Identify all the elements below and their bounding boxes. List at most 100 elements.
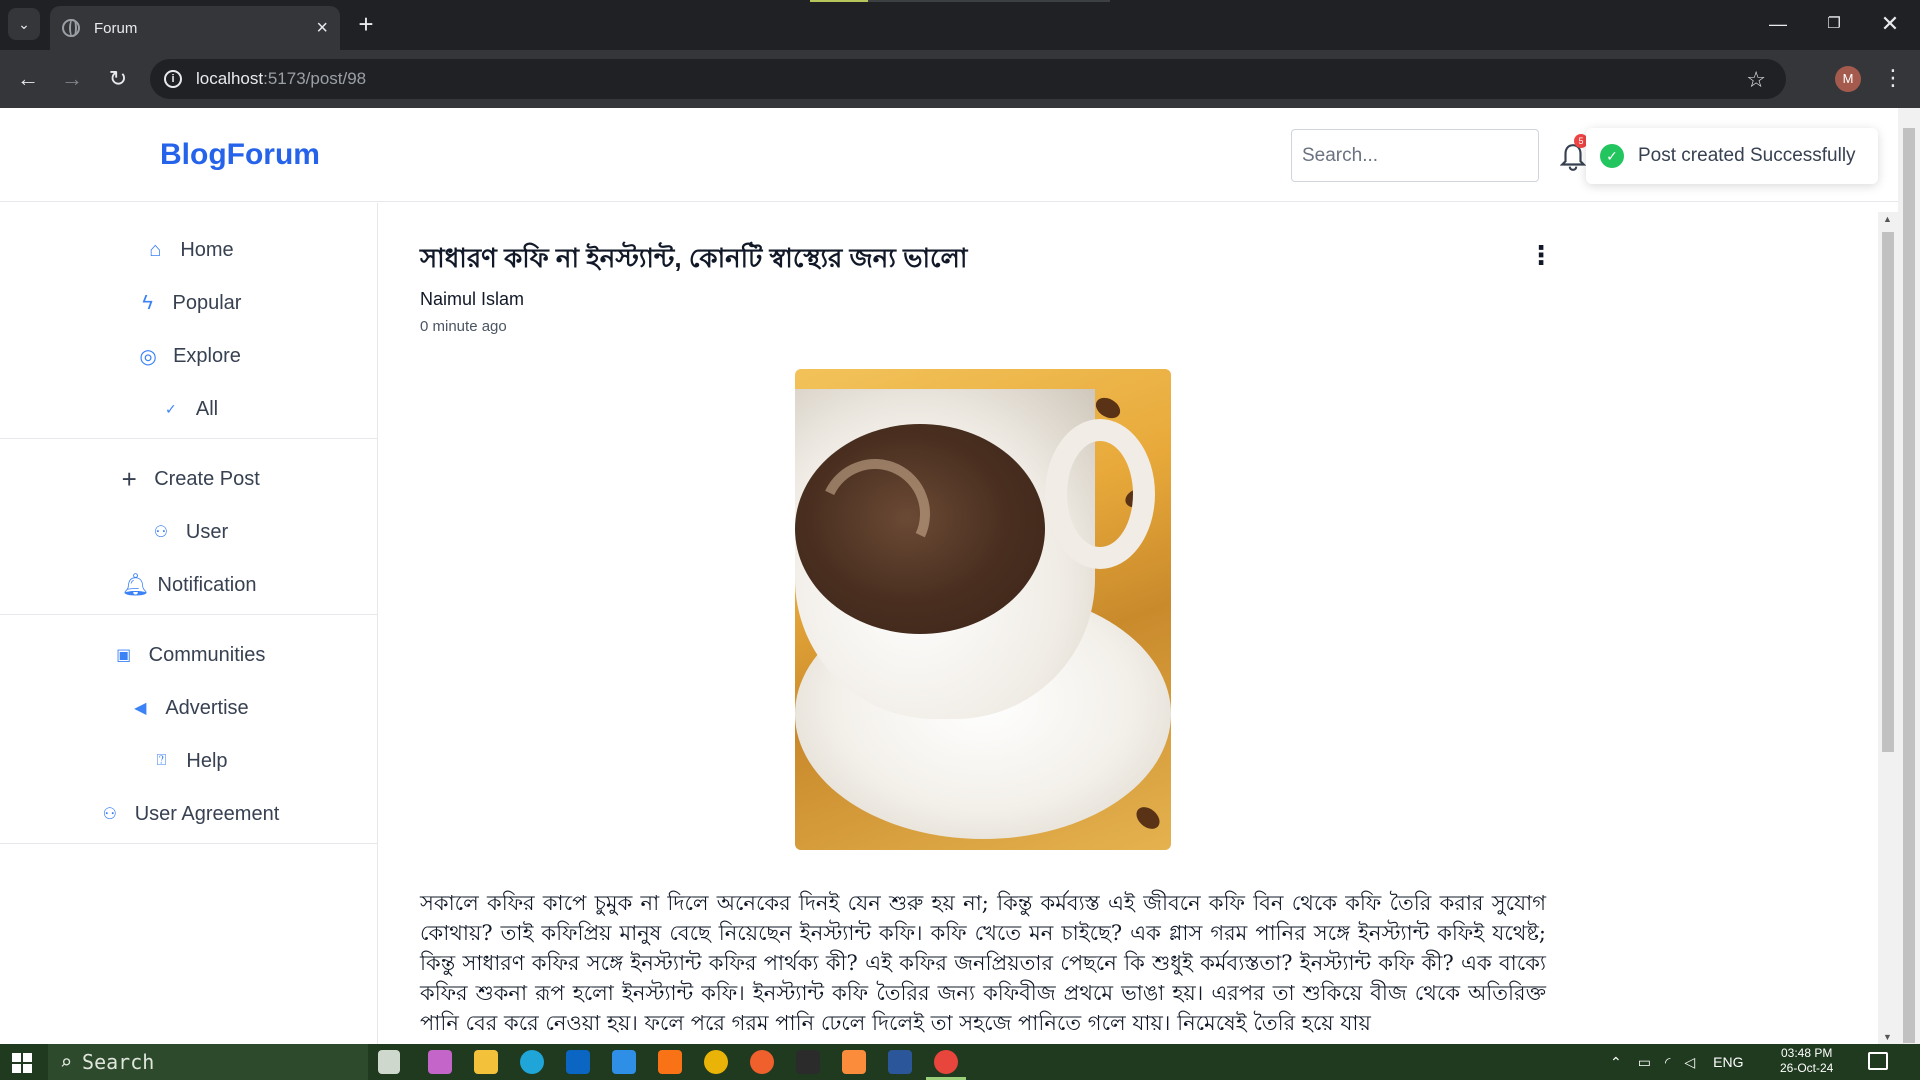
bolt-icon: ϟ — [142, 291, 153, 314]
tray-chevron-icon[interactable]: ⌃ — [1610, 1054, 1622, 1071]
postman-icon[interactable] — [750, 1050, 774, 1074]
sidebar-item-label: All — [195, 397, 219, 420]
help-icon: ⍰ — [156, 752, 167, 769]
sidebar-item-create-post[interactable]: + Create Post — [0, 459, 378, 499]
sidebar-item-label: Explore — [173, 344, 241, 367]
content-scrollbar[interactable]: ▲ ▼ — [1878, 212, 1898, 1044]
terminal-icon[interactable] — [796, 1050, 820, 1074]
taskbar-clock[interactable]: 03:48 PM 26-Oct-24 — [1780, 1046, 1833, 1076]
copilot-icon[interactable] — [428, 1050, 452, 1074]
windows-taskbar: ⌕ Search ⌃ ▭ ◜ ◁ ENG 03:48 PM 26-Oct-24 — [0, 1044, 1920, 1080]
word-icon[interactable] — [888, 1050, 912, 1074]
scroll-down-arrow[interactable]: ▼ — [1883, 1032, 1892, 1042]
bell-icon: 🔔︎ — [121, 572, 150, 597]
sidebar-item-label: Home — [180, 238, 234, 261]
sidebar-item-help[interactable]: ⍰ Help — [0, 741, 378, 781]
page-viewport: BlogForum 5 ✓ Post created Successfully … — [0, 108, 1920, 1044]
action-center-icon[interactable] — [1868, 1052, 1888, 1070]
browser-tab-bar: ⌄ Forum × + — ❐ ✕ — [0, 0, 1920, 50]
sidebar-item-user-agreement[interactable]: ⚇ User Agreement — [0, 794, 378, 834]
sidebar-divider — [0, 614, 378, 615]
restore-button[interactable]: ❐ — [1814, 10, 1854, 38]
sidebar-item-user[interactable]: ⚇ User — [0, 512, 378, 552]
more-options-icon[interactable]: ⋮ — [1528, 240, 1554, 271]
post-image — [795, 369, 1171, 850]
search-input[interactable] — [1291, 129, 1539, 182]
browser-menu-icon[interactable]: ⋮ — [1882, 64, 1904, 92]
file-explorer-icon[interactable] — [474, 1050, 498, 1074]
tab-search-button[interactable]: ⌄ — [8, 8, 40, 40]
linkedin-icon[interactable] — [566, 1050, 590, 1074]
globe-icon — [62, 19, 80, 37]
sidebar-item-label: Help — [186, 749, 228, 772]
wifi-icon[interactable]: ◜ — [1665, 1054, 1670, 1071]
chrome-icon[interactable] — [704, 1050, 728, 1074]
site-header: BlogForum 5 ✓ Post created Successfully — [0, 108, 1898, 202]
sidebar-item-label: Popular — [172, 291, 242, 314]
clock-time: 03:48 PM — [1780, 1046, 1833, 1060]
post-title: সাধারণ কফি না ইনস্ট্যান্ট, কোনটি স্বাস্থ… — [420, 243, 968, 273]
sidebar-item-label: Notification — [157, 573, 257, 596]
check-circle-icon: ✓ — [1600, 144, 1624, 168]
sidebar-item-all[interactable]: ✓ All — [0, 389, 378, 429]
post-author[interactable]: Naimul Islam — [420, 289, 524, 310]
loading-indicator — [810, 0, 1110, 2]
back-button[interactable]: ← — [12, 63, 44, 95]
edge-icon[interactable] — [520, 1050, 544, 1074]
taskbar-search[interactable]: ⌕ Search — [48, 1044, 368, 1080]
windows-start-icon[interactable] — [12, 1053, 32, 1073]
check-icon: ✓ — [165, 400, 177, 417]
sidebar-item-home[interactable]: ⌂ Home — [0, 230, 378, 270]
reload-button[interactable]: ↻ — [102, 63, 134, 95]
language-indicator[interactable]: ENG — [1713, 1054, 1743, 1070]
sidebar-item-notification[interactable]: 🔔︎ Notification — [0, 565, 378, 605]
search-icon: ⌕ — [60, 1050, 73, 1074]
profile-avatar[interactable]: M — [1835, 66, 1861, 92]
scroll-up-arrow[interactable]: ▲ — [1883, 214, 1892, 224]
taskbar-search-label: Search — [82, 1050, 155, 1074]
post-timestamp: 0 minute ago — [420, 318, 507, 335]
sublime-icon[interactable] — [658, 1050, 682, 1074]
tab-title: Forum — [94, 19, 138, 37]
new-tab-button[interactable]: + — [352, 10, 380, 38]
sidebar-item-advertise[interactable]: ◀ Advertise — [0, 688, 378, 728]
sidebar-item-label: Advertise — [165, 696, 249, 719]
page-scroll-thumb[interactable] — [1903, 128, 1915, 1043]
vscode-icon[interactable] — [612, 1050, 636, 1074]
sidebar-divider — [0, 438, 378, 439]
sidebar-item-communities[interactable]: ▣ Communities — [0, 635, 378, 675]
address-bar[interactable]: i localhost :5173/post/98 ☆ — [150, 59, 1786, 99]
minimize-button[interactable]: — — [1758, 10, 1798, 38]
site-logo[interactable]: BlogForum — [160, 138, 320, 172]
sidebar-item-label: Communities — [148, 643, 266, 666]
user-icon: ⚇ — [153, 524, 169, 541]
sidebar-item-label: User Agreement — [134, 802, 280, 825]
close-window-button[interactable]: ✕ — [1870, 10, 1910, 38]
user-agreement-icon: ⚇ — [102, 806, 117, 823]
scroll-thumb[interactable] — [1882, 232, 1894, 752]
communities-icon: ▣ — [116, 647, 132, 664]
page-scrollbar[interactable] — [1898, 108, 1920, 1044]
clock-date: 26-Oct-24 — [1780, 1061, 1834, 1075]
browser-tab[interactable]: Forum × — [50, 6, 340, 50]
bookmark-star-icon[interactable]: ☆ — [1746, 67, 1766, 93]
sidebar-item-label: User — [185, 520, 229, 543]
chrome-active-icon[interactable] — [926, 1050, 966, 1080]
system-tray: ⌃ ▭ ◜ ◁ ENG — [1610, 1044, 1744, 1080]
site-info-icon[interactable]: i — [164, 70, 182, 88]
url-path: :5173/post/98 — [263, 69, 367, 88]
coffee-bean — [1132, 802, 1164, 834]
forward-button[interactable]: → — [56, 63, 88, 95]
sidebar-item-explore[interactable]: ◎ Explore — [0, 336, 378, 376]
success-toast[interactable]: ✓ Post created Successfully — [1586, 128, 1878, 184]
volume-icon[interactable]: ◁ — [1684, 1054, 1695, 1071]
browser-toolbar: ← → ↻ i localhost :5173/post/98 ☆ M ⋮ — [0, 50, 1920, 108]
toast-message: Post created Successfully — [1638, 145, 1856, 166]
close-tab-icon[interactable]: × — [316, 17, 328, 40]
xampp-icon[interactable] — [842, 1050, 866, 1074]
sidebar: ⌂ Home ϟ Popular ◎ Explore ✓ All + Creat… — [0, 203, 378, 1044]
coffee-bean — [1092, 393, 1124, 423]
battery-icon[interactable]: ▭ — [1638, 1054, 1651, 1071]
task-view-icon[interactable] — [378, 1050, 400, 1074]
sidebar-item-popular[interactable]: ϟ Popular — [0, 283, 378, 323]
